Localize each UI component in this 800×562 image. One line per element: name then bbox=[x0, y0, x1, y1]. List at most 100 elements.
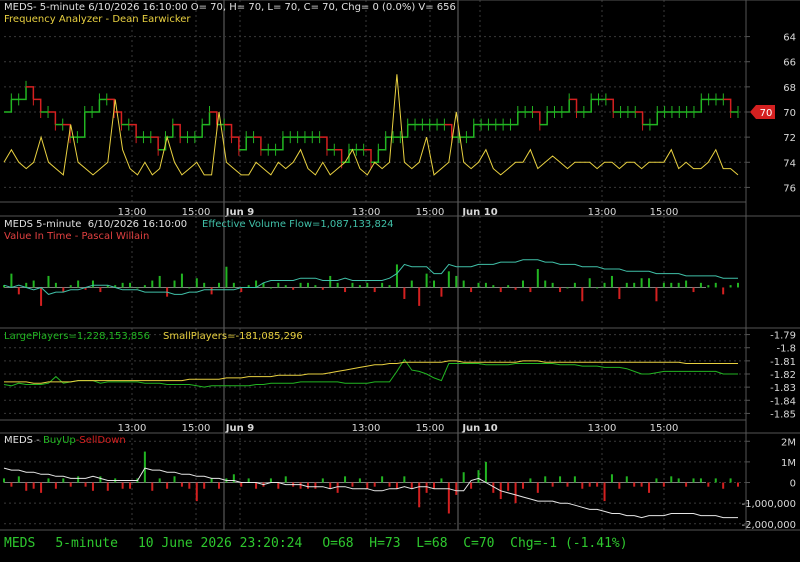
value-in-time-bar bbox=[484, 282, 487, 288]
value-in-time-bar bbox=[180, 273, 183, 288]
buyup-selldown-bar bbox=[321, 478, 324, 483]
buyup-selldown-bar bbox=[492, 482, 495, 493]
buyup-selldown-bar bbox=[470, 482, 473, 489]
status-symbol: MEDS bbox=[4, 536, 36, 551]
buyup-selldown-bar bbox=[299, 482, 302, 489]
buyup-selldown-bar bbox=[99, 476, 102, 483]
value-in-time-bar bbox=[477, 282, 480, 288]
value-in-time-bar bbox=[707, 285, 710, 288]
buyup-selldown-bar bbox=[596, 482, 599, 487]
buyup-selldown-bar bbox=[129, 482, 132, 489]
x-tick-label: 13:00 bbox=[352, 423, 381, 434]
buyup-selldown-bar bbox=[685, 482, 688, 487]
buyup-selldown-bar bbox=[699, 478, 702, 483]
buyup-selldown-bar bbox=[247, 478, 250, 483]
value-in-time-bar bbox=[47, 275, 50, 288]
value-in-time-bar bbox=[618, 287, 621, 299]
buyup-selldown-bar bbox=[625, 476, 628, 483]
large-players-label: LargePlayers=1,228,153,856 bbox=[4, 331, 151, 342]
status-datetime: 10 June 2026 23:20:24 bbox=[137, 536, 303, 551]
buyup-selldown-bar bbox=[143, 451, 146, 483]
buyup-selldown-bar bbox=[477, 470, 480, 483]
value-in-time-bar bbox=[566, 287, 569, 289]
buyup-selldown-bar bbox=[255, 482, 258, 489]
value-in-time-bar bbox=[77, 280, 80, 288]
value-in-time-bar bbox=[462, 280, 465, 288]
value-in-time-bar bbox=[470, 287, 473, 293]
buyup-selldown-bar bbox=[121, 482, 124, 489]
value-in-time-bar bbox=[336, 282, 339, 288]
value-in-time-bar bbox=[581, 287, 584, 302]
buyup-selldown-bar bbox=[462, 472, 465, 483]
value-in-time-bar bbox=[699, 282, 702, 288]
chart-canvas[interactable]: 13:00 15:00 Jun 9 13:00 15:00 Jun 10 13:00 15:0… bbox=[0, 0, 800, 562]
y-tick-label: -1.82 bbox=[770, 370, 796, 381]
flow-header-symbol: MEDS 5-minute 6/10/2026 16:10:00 bbox=[4, 219, 188, 230]
value-in-time-bar bbox=[218, 282, 221, 288]
buyup-selldown-bar bbox=[544, 476, 547, 483]
buyup-selldown-bar bbox=[314, 482, 317, 489]
value-in-time-bar bbox=[136, 287, 139, 289]
buyup-selldown-bar bbox=[188, 482, 191, 489]
buyup-selldown-bar bbox=[529, 478, 532, 483]
y-tick-label: 0 bbox=[790, 479, 796, 490]
last-price-badge-text: 70 bbox=[760, 108, 773, 119]
buyup-selldown-bar bbox=[91, 482, 94, 491]
y-tick-label: -1,000,000 bbox=[741, 499, 796, 510]
buyup-selldown-bar bbox=[17, 476, 20, 483]
buyup-selldown-bar bbox=[692, 478, 695, 483]
buyup-selldown-bar bbox=[3, 478, 5, 483]
value-in-time-bar bbox=[544, 280, 547, 288]
value-in-time-bar bbox=[729, 285, 732, 288]
value-in-time-bar bbox=[195, 278, 198, 288]
value-in-time-bar bbox=[692, 287, 695, 293]
buyup-selldown-bar bbox=[677, 478, 680, 483]
buyup-selldown-bar bbox=[588, 482, 591, 487]
buyup-header-sell: -SellDown bbox=[75, 435, 126, 446]
buyup-selldown-bar bbox=[514, 482, 517, 504]
value-in-time-bar bbox=[655, 287, 658, 302]
value-in-time-bar bbox=[158, 275, 161, 288]
value-in-time-bar bbox=[373, 287, 376, 293]
price-header: MEDS- 5-minute 6/10/2026 16:10:00 O= 70,… bbox=[4, 2, 456, 13]
buyup-selldown-bar bbox=[47, 478, 50, 483]
buyup-selldown-bar bbox=[573, 476, 576, 483]
y-tick-label: -2,000,000 bbox=[741, 520, 796, 531]
buyup-selldown-bar bbox=[707, 482, 710, 487]
value-in-time-bar bbox=[292, 287, 295, 290]
value-in-time-bar bbox=[10, 273, 13, 288]
value-in-time-bar bbox=[299, 282, 302, 288]
flow-header-value: Effective Volume Flow=1,087,133,824 bbox=[202, 219, 394, 230]
value-in-time-bar bbox=[573, 282, 576, 288]
buyup-selldown-bar bbox=[433, 482, 436, 489]
value-in-time-bar bbox=[91, 280, 94, 288]
value-in-time-bar bbox=[514, 287, 517, 290]
value-in-time-bar bbox=[225, 266, 228, 288]
buyup-selldown-bar bbox=[670, 476, 673, 483]
value-in-time-bar bbox=[507, 285, 510, 288]
x-tick-label: Jun 10 bbox=[461, 423, 497, 434]
value-in-time-bar bbox=[284, 285, 287, 288]
buyup-selldown-bar bbox=[722, 482, 725, 489]
buyup-selldown-bar bbox=[388, 482, 391, 487]
buyup-selldown-bar bbox=[603, 482, 606, 502]
value-in-time-bar bbox=[633, 282, 636, 288]
value-in-time-bar bbox=[559, 287, 562, 293]
value-in-time-bar bbox=[314, 285, 317, 288]
y-tick-label: -1.83 bbox=[770, 383, 796, 394]
value-in-time-bar bbox=[188, 287, 191, 289]
value-in-time-bar bbox=[625, 282, 628, 288]
buyup-selldown-bar bbox=[195, 482, 198, 502]
buyup-selldown-bar bbox=[381, 476, 384, 483]
value-in-time-bar bbox=[440, 287, 443, 297]
y-tick-label: 72 bbox=[783, 133, 796, 144]
y-tick-label: 2M bbox=[781, 437, 796, 448]
buyup-selldown-bar bbox=[54, 482, 57, 489]
buyup-selldown-bar bbox=[640, 482, 643, 487]
value-in-time-bar bbox=[329, 275, 332, 288]
value-in-time-bar bbox=[648, 278, 651, 288]
buyup-header: MEDS - BuyUp-SellDown bbox=[4, 435, 126, 447]
value-in-time-bar bbox=[99, 287, 102, 293]
buyup-selldown-bar bbox=[173, 476, 176, 483]
buyup-selldown-bar bbox=[447, 482, 450, 514]
